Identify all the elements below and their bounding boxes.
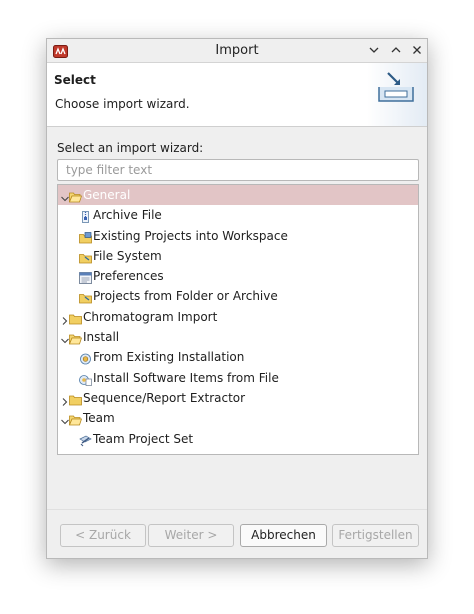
folder-closed-icon: [69, 392, 82, 406]
title-bar[interactable]: Import: [47, 39, 427, 63]
tree-item[interactable]: Install: [58, 327, 418, 347]
tree-item[interactable]: Team Project Set: [58, 429, 418, 449]
folder-icon: [79, 290, 92, 304]
wizard-tree[interactable]: General Archive File Existing Projects int…: [57, 184, 419, 455]
tree-item-label: Archive File: [93, 208, 162, 223]
existing-projects-icon: [79, 230, 92, 243]
tree-item-label: Team: [83, 411, 115, 426]
archive-file-icon: [79, 209, 92, 224]
tree-item[interactable]: Install Software Items from File: [58, 368, 418, 388]
folder-open-icon: [68, 412, 83, 426]
tree-item[interactable]: General: [58, 185, 418, 206]
tree-item-label: Team Project Set: [93, 431, 194, 446]
tree-item-label: Projects from Folder or Archive: [93, 289, 278, 304]
tree-item-label: General: [83, 188, 131, 202]
tree-item-label: Install: [83, 330, 120, 345]
folder-open-icon: [68, 189, 83, 203]
wizard-select-label: Select an import wizard:: [57, 141, 204, 155]
back-button[interactable]: < Zurück: [60, 524, 146, 547]
close-icon[interactable]: [409, 42, 425, 58]
tree-item[interactable]: Sequence/Report Extractor: [58, 388, 418, 408]
tree-item-label: Install Software Items from File: [93, 370, 279, 385]
finish-button[interactable]: Fertigstellen: [332, 524, 419, 547]
next-button[interactable]: Weiter >: [148, 524, 234, 547]
chevron-up-icon[interactable]: [388, 42, 404, 58]
filter-input[interactable]: [57, 159, 419, 181]
import-tray-icon: [367, 63, 427, 126]
tree-item-label: Chromatogram Import: [83, 309, 218, 324]
tree-item-label: From Existing Installation: [93, 350, 245, 365]
tree-item[interactable]: Existing Projects into Workspace: [58, 226, 418, 246]
tree-item[interactable]: Team: [58, 408, 418, 428]
team-project-set-icon: [79, 433, 92, 446]
folder-closed-icon: [69, 311, 82, 325]
tree-item-label: File System: [93, 248, 162, 263]
tree-item-label: Preferences: [93, 269, 164, 284]
folder-open-icon: [68, 331, 83, 345]
tree-item-label: Sequence/Report Extractor: [83, 390, 246, 405]
tree-item[interactable]: Chromatogram Import: [58, 307, 418, 327]
wizard-header: Select Choose import wizard.: [47, 63, 427, 127]
installation-icon: [79, 351, 92, 365]
tree-item[interactable]: Preferences: [58, 266, 418, 286]
tree-item[interactable]: Archive File: [58, 205, 418, 225]
tree-item[interactable]: Projects from Folder or Archive: [58, 286, 418, 306]
page-description: Choose import wizard.: [55, 97, 190, 111]
preferences-icon: [79, 270, 92, 285]
tree-item-label: Existing Projects into Workspace: [93, 228, 288, 243]
cancel-button[interactable]: Abbrechen: [240, 524, 327, 547]
folder-icon: [79, 250, 92, 264]
chevron-down-icon[interactable]: [366, 42, 382, 58]
import-dialog: Import Select Choose import wizard. Sele…: [46, 38, 428, 559]
page-title: Select: [54, 73, 96, 87]
footer-divider: [47, 509, 427, 510]
install-software-icon: [79, 372, 92, 386]
tree-item[interactable]: From Existing Installation: [58, 347, 418, 367]
tree-item[interactable]: File System: [58, 246, 418, 266]
